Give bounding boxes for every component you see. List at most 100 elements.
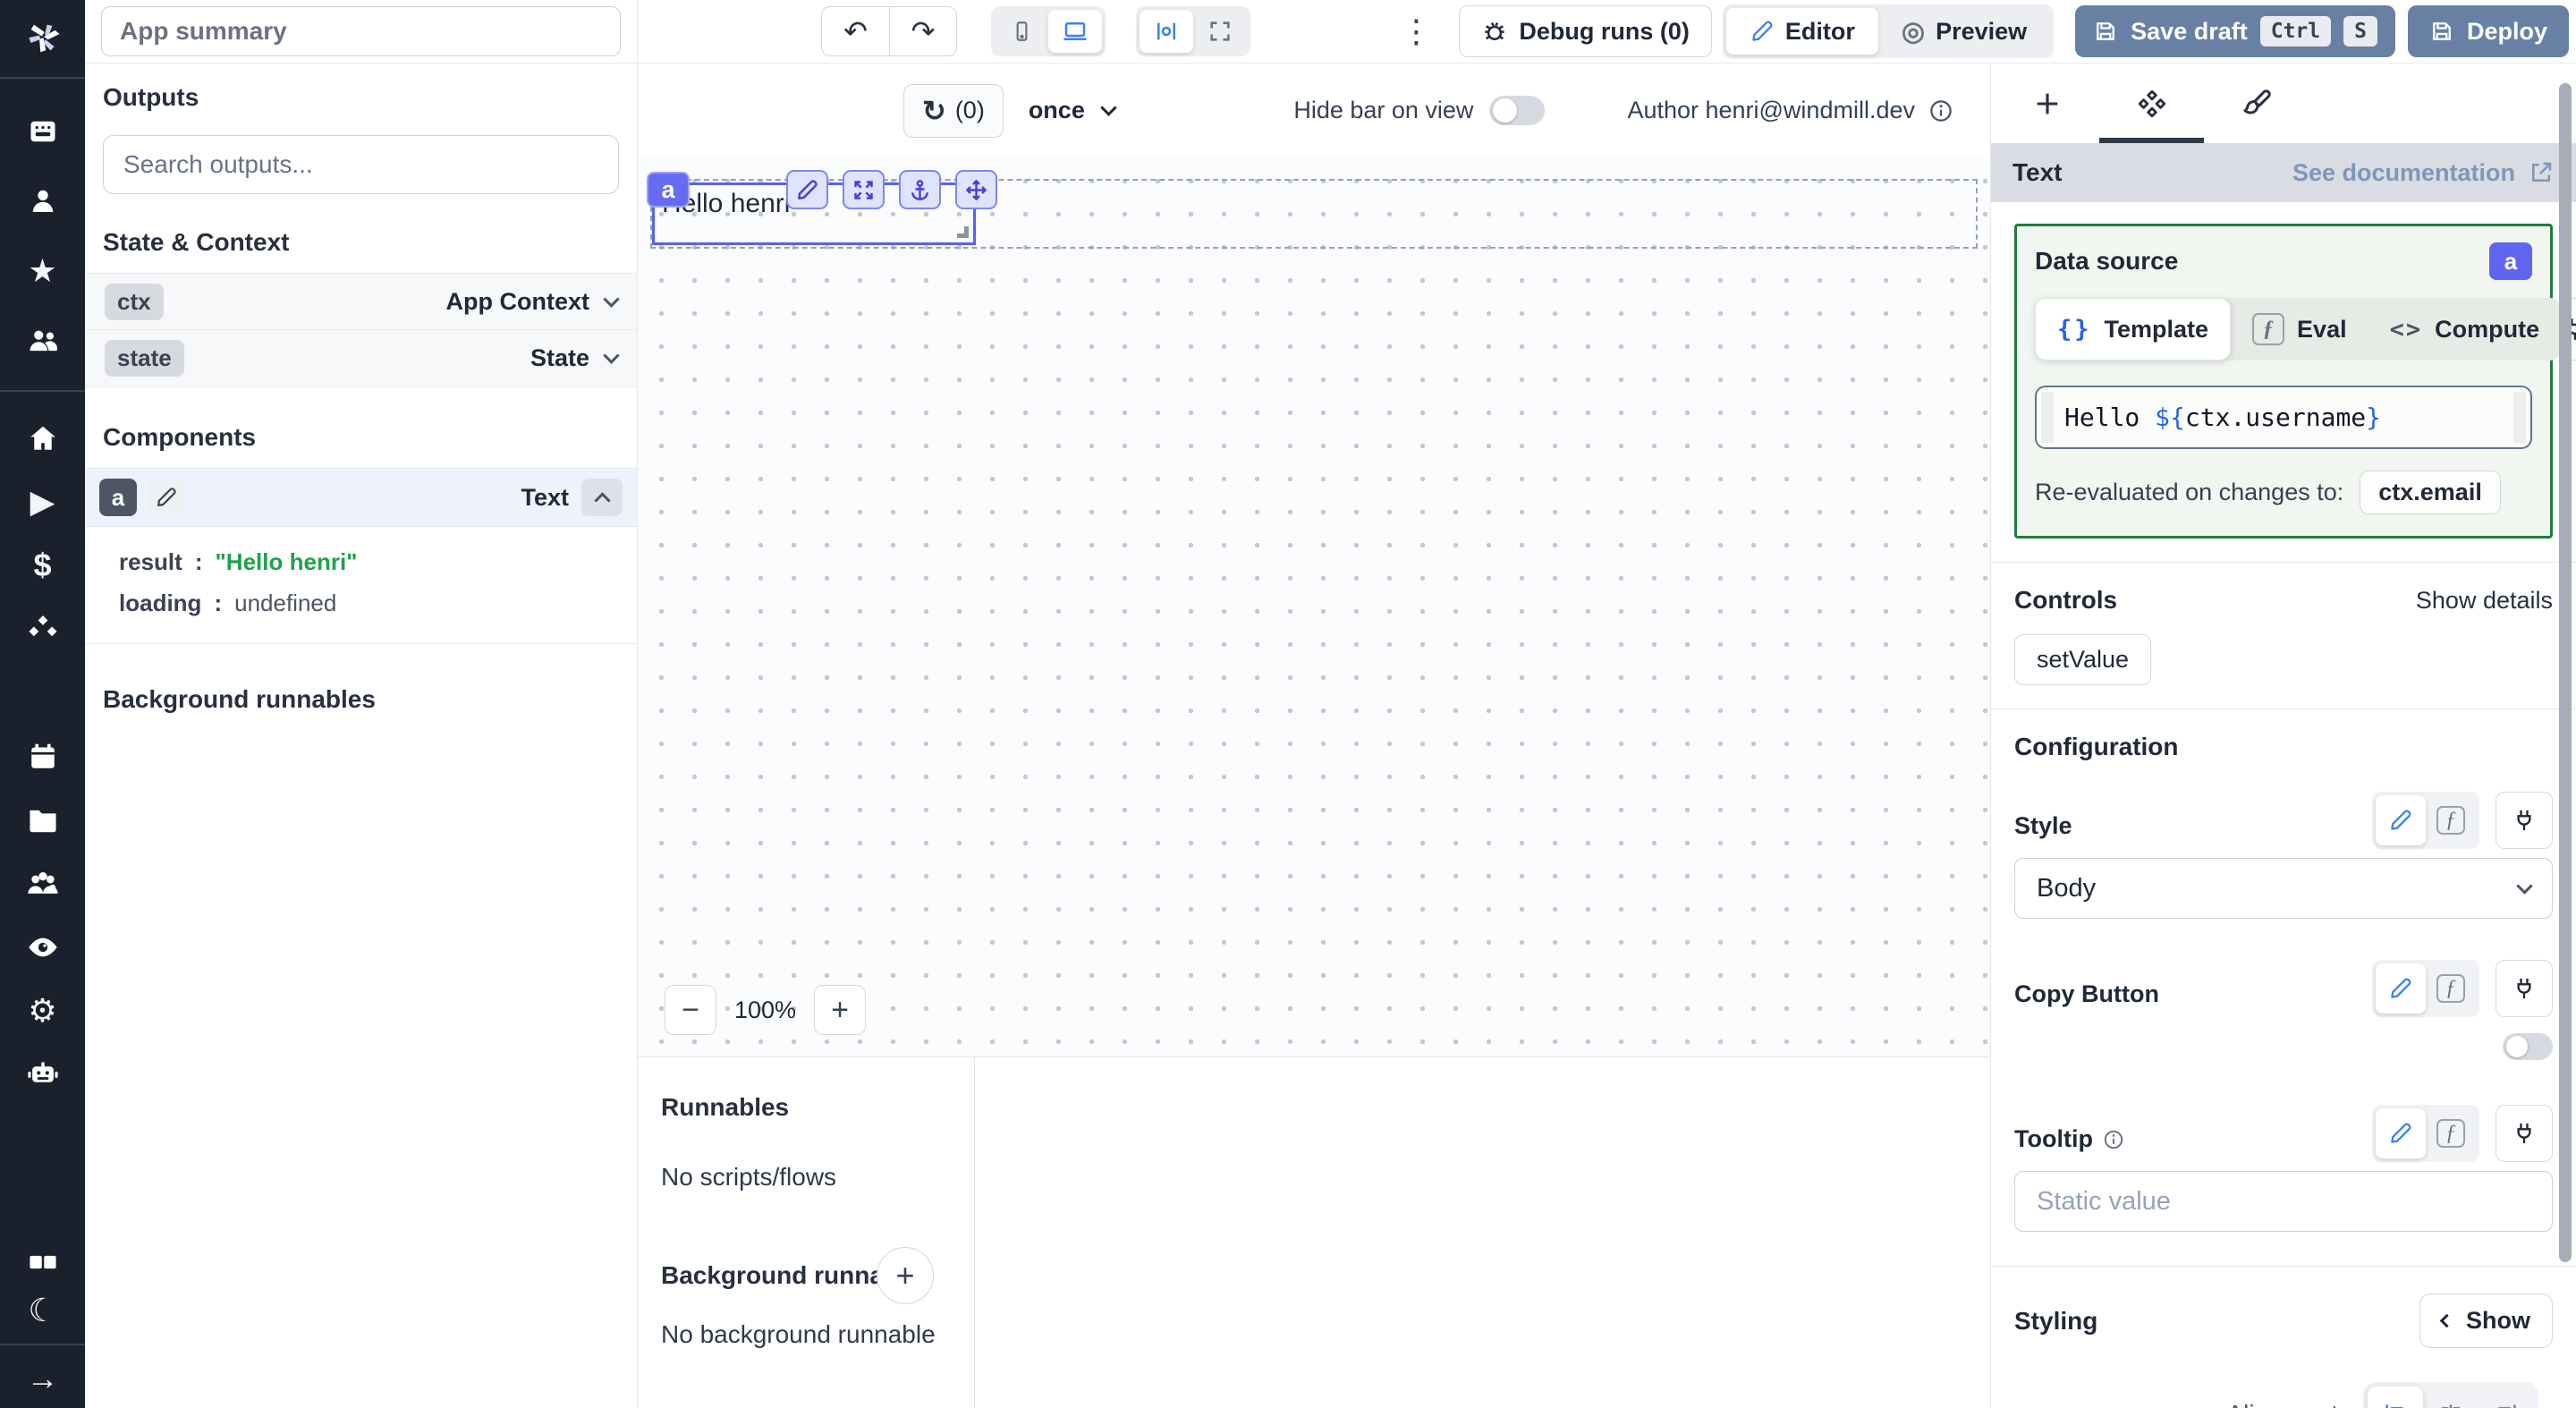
static-value-button[interactable] bbox=[2376, 963, 2426, 1014]
collapse-outputs-button[interactable] bbox=[581, 479, 623, 516]
sidebar-item-runs[interactable]: ▶ bbox=[0, 470, 85, 533]
mode-template-tab[interactable]: {} Template bbox=[2035, 298, 2231, 360]
canvas-grid[interactable]: Hello henri a − 100% bbox=[638, 157, 1990, 1056]
output-row-loading[interactable]: loading : undefined bbox=[119, 582, 637, 623]
tab-component-settings[interactable] bbox=[2099, 64, 2204, 143]
edit-component-button[interactable] bbox=[786, 170, 828, 209]
rename-component-button[interactable] bbox=[148, 479, 185, 516]
output-row-result[interactable]: result : "Hello henri" bbox=[119, 541, 637, 582]
collapse-sidebar-button[interactable]: → bbox=[0, 1354, 85, 1403]
runnable-editor-empty-area bbox=[975, 1057, 1990, 1408]
chevron-down-icon[interactable] bbox=[603, 347, 619, 363]
context-row-ctx[interactable]: ctx App Context bbox=[85, 273, 637, 330]
sidebar-item-home[interactable] bbox=[0, 406, 85, 470]
refresh-runnables-button[interactable]: ↻ (0) bbox=[903, 84, 1004, 138]
static-value-button[interactable] bbox=[2376, 1108, 2426, 1158]
setvalue-control-button[interactable]: setValue bbox=[2014, 634, 2151, 685]
editor-tab[interactable]: Editor bbox=[1726, 8, 1878, 55]
app-summary-input[interactable] bbox=[101, 6, 621, 56]
undo-button[interactable]: ↶ bbox=[822, 7, 889, 55]
undo-redo-group: ↶ ↷ bbox=[821, 6, 957, 56]
sidebar-item-panels[interactable] bbox=[0, 1238, 85, 1286]
align-right-button[interactable] bbox=[2479, 1387, 2534, 1408]
info-icon[interactable] bbox=[1928, 98, 1954, 124]
rail-divider bbox=[0, 1344, 85, 1345]
sidebar-item-apps[interactable] bbox=[0, 97, 85, 166]
show-details-link[interactable]: Show details bbox=[2416, 587, 2553, 615]
sidebar-item-resources[interactable] bbox=[0, 597, 85, 660]
more-options-button[interactable]: ⋮ bbox=[1400, 13, 1430, 50]
see-documentation-link[interactable]: See documentation bbox=[2292, 159, 2555, 187]
copy-button-label: Copy Button bbox=[2014, 980, 2159, 1017]
home-icon bbox=[27, 422, 59, 454]
preview-tab[interactable]: ◎ Preview bbox=[1878, 8, 2050, 55]
refresh-mode-dropdown[interactable]: once bbox=[1029, 97, 1114, 124]
move-component-button[interactable] bbox=[955, 170, 997, 209]
sidebar-item-settings[interactable]: ⚙ bbox=[0, 979, 85, 1042]
zoom-in-button[interactable]: + bbox=[814, 985, 866, 1035]
resize-handle[interactable] bbox=[957, 226, 969, 238]
show-styling-button[interactable]: Show bbox=[2419, 1293, 2553, 1348]
eval-value-button[interactable]: ƒ bbox=[2426, 963, 2476, 1014]
right-panel-scrollbar[interactable] bbox=[2559, 83, 2572, 1262]
style-label: Style bbox=[2014, 812, 2072, 849]
align-left-button[interactable] bbox=[2368, 1387, 2423, 1408]
editor-label: Editor bbox=[1785, 18, 1855, 46]
sidebar-item-workers[interactable] bbox=[0, 1042, 85, 1106]
sidebar-item-user[interactable] bbox=[0, 166, 85, 236]
desktop-view-button[interactable] bbox=[1048, 10, 1102, 53]
connect-input-button[interactable] bbox=[2496, 792, 2553, 849]
context-row-state[interactable]: state State bbox=[85, 330, 637, 387]
deploy-label: Deploy bbox=[2467, 18, 2547, 46]
info-icon[interactable] bbox=[2102, 1128, 2125, 1151]
sidebar-item-favorites[interactable]: ★ bbox=[0, 236, 85, 306]
tooltip-value-input[interactable] bbox=[2014, 1171, 2553, 1232]
sidebar-item-groups[interactable] bbox=[0, 852, 85, 915]
function-icon: ƒ bbox=[2436, 1119, 2465, 1148]
centered-layout-button[interactable] bbox=[1140, 10, 1193, 53]
align-center-horizontal-button[interactable] bbox=[2423, 1387, 2479, 1408]
sidebar-item-variables[interactable]: $ bbox=[0, 533, 85, 597]
sidebar-item-folders[interactable] bbox=[0, 788, 85, 852]
mobile-view-button[interactable] bbox=[995, 10, 1048, 53]
component-outputs: result : "Hello henri" loading : undefin… bbox=[85, 527, 637, 644]
sidebar-item-audit-logs[interactable] bbox=[0, 915, 85, 979]
style-select[interactable]: Body bbox=[2014, 858, 2553, 919]
sidebar-item-users[interactable] bbox=[0, 306, 85, 376]
canvas-area: ↻ (0) once Hide bar on view Author henri… bbox=[638, 64, 1990, 1056]
hide-bar-toggle[interactable] bbox=[1489, 96, 1545, 125]
anchor-component-button[interactable] bbox=[899, 170, 941, 209]
connect-input-button[interactable] bbox=[2496, 960, 2553, 1017]
windmill-logo[interactable] bbox=[0, 0, 85, 79]
template-code-input[interactable]: Hello ${ctx.username} bbox=[2035, 386, 2532, 449]
toggle-dark-mode[interactable]: ☾ bbox=[0, 1286, 85, 1335]
tab-insert-component[interactable] bbox=[1995, 64, 2099, 143]
eval-value-button[interactable]: ƒ bbox=[2426, 795, 2476, 845]
copy-button-toggle[interactable] bbox=[2503, 1033, 2553, 1060]
tab-global-styling[interactable] bbox=[2204, 64, 2309, 143]
search-outputs-input[interactable] bbox=[103, 135, 619, 194]
expand-component-button[interactable] bbox=[843, 170, 885, 209]
save-draft-button[interactable]: Save draft Ctrl S bbox=[2075, 5, 2395, 57]
component-list-item[interactable]: a Text bbox=[85, 468, 637, 527]
zoom-out-button[interactable]: − bbox=[665, 985, 716, 1035]
mode-compute-tab[interactable]: <> Compute bbox=[2368, 298, 2562, 360]
add-background-runnable-button[interactable]: + bbox=[877, 1247, 934, 1304]
eval-value-button[interactable]: ƒ bbox=[2426, 1108, 2476, 1158]
robot-icon bbox=[26, 1057, 60, 1091]
redo-button[interactable]: ↷ bbox=[889, 7, 956, 55]
preview-label: Preview bbox=[1936, 18, 2027, 46]
mode-eval-tab[interactable]: ƒ Eval bbox=[2231, 298, 2368, 360]
component-settings-body: Data source a {} Template ƒ Eval bbox=[1991, 202, 2576, 1408]
component-id-tag[interactable]: a bbox=[647, 172, 690, 208]
sidebar-item-schedules[interactable] bbox=[0, 725, 85, 788]
debug-runs-button[interactable]: Debug runs (0) bbox=[1459, 5, 1712, 57]
static-value-button[interactable] bbox=[2376, 795, 2426, 845]
deploy-button[interactable]: Deploy bbox=[2408, 5, 2569, 57]
connect-input-button[interactable] bbox=[2496, 1105, 2553, 1162]
users-icon bbox=[26, 324, 60, 358]
fullscreen-button[interactable] bbox=[1193, 10, 1247, 53]
reeval-dependency-badge[interactable]: ctx.email bbox=[2360, 471, 2501, 514]
app-summary-bar bbox=[85, 0, 637, 64]
chevron-down-icon[interactable] bbox=[603, 291, 619, 307]
